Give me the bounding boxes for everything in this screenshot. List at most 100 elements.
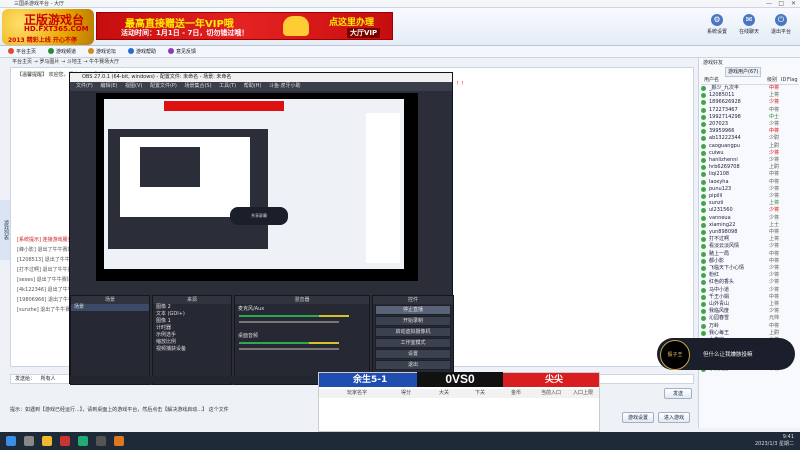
- user-avatar-icon: [701, 251, 706, 257]
- user-row[interactable]: 都小影 中将: [701, 258, 799, 265]
- minimize-icon[interactable]: —: [766, 0, 772, 8]
- obs-menu-profile[interactable]: 配置文件(P): [150, 83, 177, 89]
- obs-menu-file[interactable]: 文件(F): [76, 83, 93, 89]
- tab-feedback[interactable]: 意见反馈: [166, 47, 198, 57]
- obs-taskbar-icon[interactable]: [96, 436, 106, 446]
- windows-start-icon[interactable]: [6, 436, 16, 446]
- user-row[interactable]: 1992714298 中士: [701, 114, 799, 121]
- user-row[interactable]: 千王小娟 中将: [701, 294, 799, 301]
- search-icon[interactable]: [24, 436, 34, 446]
- stop-streaming-button[interactable]: 停止直播: [375, 305, 451, 315]
- mixer-meter-desktop[interactable]: [235, 340, 369, 354]
- user-row[interactable]: ul231560 少将: [701, 207, 799, 214]
- user-row[interactable]: pipilil 少将: [701, 193, 799, 200]
- source-item[interactable]: 图像 2: [153, 304, 231, 311]
- user-row[interactable]: 12085011 上将: [701, 92, 799, 99]
- preview-inner-obs: [140, 147, 200, 187]
- tab-help[interactable]: 游戏帮助: [126, 47, 158, 57]
- col-big: 大关: [439, 390, 450, 396]
- user-row[interactable]: hrb6269708 上尉: [701, 164, 799, 171]
- user-row[interactable]: cuiwu 少将: [701, 150, 799, 157]
- logo-url: HD.FXT365.COM: [24, 25, 89, 33]
- virtual-camera-button[interactable]: 启动虚拟摄像机: [375, 327, 451, 337]
- user-row[interactable]: xiaming22 上士: [701, 222, 799, 229]
- exit-platform-label: 退出平台: [770, 29, 791, 35]
- system-clock[interactable]: 9:41 2023/1/3 星期二: [755, 434, 794, 448]
- collapse-tab[interactable]: 游戏列表: [0, 200, 10, 260]
- user-row[interactable]: vanneua 少将: [701, 215, 799, 222]
- preview-obs: [108, 129, 268, 249]
- chat-target-select[interactable]: 所有人: [41, 376, 56, 382]
- col-id: ID: [781, 77, 787, 83]
- game-taskbar-icon[interactable]: [114, 436, 124, 446]
- system-settings-button[interactable]: ⚙ 系统设置: [702, 14, 732, 42]
- source-item[interactable]: 文本 (GDI+): [153, 311, 231, 318]
- user-row[interactable]: sunzii 上将: [701, 200, 799, 207]
- user-row[interactable]: ab13222344 少尉: [701, 135, 799, 142]
- obs-menu-scene-collection[interactable]: 场景集合(S): [184, 83, 211, 89]
- file-explorer-icon[interactable]: [42, 436, 52, 446]
- game-settings-button[interactable]: 游戏设置: [622, 412, 654, 423]
- exit-button[interactable]: 退出: [375, 360, 451, 370]
- user-row[interactable]: 39959966 中将: [701, 128, 799, 135]
- send-button[interactable]: 发送: [664, 388, 692, 399]
- user-row[interactable]: liqi2108 中将: [701, 171, 799, 178]
- user-row[interactable]: 万岭 中将: [701, 323, 799, 330]
- source-item[interactable]: 缩放比例: [153, 339, 231, 346]
- tab-game-channel[interactable]: 游戏频道: [46, 47, 78, 57]
- source-item[interactable]: 示例选手: [153, 332, 231, 339]
- scene-item[interactable]: 场景: [71, 304, 149, 311]
- start-recording-button[interactable]: 开始录制: [375, 316, 451, 326]
- user-level: 中将: [769, 322, 780, 329]
- user-row[interactable]: 207023 少将: [701, 121, 799, 128]
- user-level: 少将: [769, 99, 780, 106]
- close-icon[interactable]: ✕: [791, 0, 796, 8]
- source-item[interactable]: 视频捕获设备: [153, 346, 231, 353]
- user-row[interactable]: caoguangpu 上尉: [701, 143, 799, 150]
- user-row[interactable]: laoxyha 中将: [701, 179, 799, 186]
- user-avatar-icon: [701, 309, 706, 315]
- score-vs: 0VS0: [417, 372, 503, 387]
- browser-icon[interactable]: [78, 436, 88, 446]
- studio-mode-button[interactable]: 工作室模式: [375, 338, 451, 348]
- user-row[interactable]: 马中小道 少将: [701, 287, 799, 294]
- user-row[interactable]: 172273467 中将: [701, 107, 799, 114]
- user-avatar-icon: [701, 280, 706, 286]
- user-row[interactable]: 红色的香头 少将: [701, 279, 799, 286]
- obs-menu-plugin[interactable]: 斗鱼·虎牙小助: [269, 83, 301, 89]
- app-icon[interactable]: [60, 436, 70, 446]
- user-row[interactable]: hanlizhenni 少将: [701, 157, 799, 164]
- user-row[interactable]: 1896626928 少将: [701, 99, 799, 106]
- obs-menu-help[interactable]: 帮助(H): [244, 83, 262, 89]
- user-row[interactable]: punu123 少将: [701, 186, 799, 193]
- user-row[interactable]: 看淡云淡风情 少将: [701, 243, 799, 250]
- source-item[interactable]: 图像 1: [153, 318, 231, 325]
- user-avatar-icon: [701, 136, 706, 142]
- user-row[interactable]: 赌上一局 中将: [701, 251, 799, 258]
- obs-window[interactable]: OBS 27.0.1 (64-bit, windows) - 配置文件: 未命名…: [69, 72, 454, 385]
- notification-tip[interactable]: 骰子王 但什么让我嫌骸投嘛: [657, 338, 795, 370]
- obs-menu-tools[interactable]: 工具(T): [219, 83, 236, 89]
- user-row[interactable]: _颜少_九次丰 中将: [701, 85, 799, 92]
- app-logo: 正版游戏台 HD.FXT365.COM 2013 精彩上线 开心不停: [2, 9, 94, 45]
- source-item[interactable]: 计时器: [153, 325, 231, 332]
- user-name: 12085011: [709, 92, 735, 99]
- tab-home[interactable]: 平台主页: [6, 47, 38, 57]
- obs-menu-edit[interactable]: 编辑(E): [100, 83, 117, 89]
- user-name: 207023: [709, 121, 729, 127]
- obs-menu-view[interactable]: 视图(V): [125, 83, 142, 89]
- col-level: 级别: [767, 77, 778, 83]
- settings-button[interactable]: 设置: [375, 349, 451, 359]
- user-row[interactable]: 我心每王 上尉: [701, 330, 799, 337]
- online-chat-button[interactable]: ✉ 在线聊天: [734, 14, 764, 42]
- exit-platform-button[interactable]: ⏻ 退出平台: [766, 14, 796, 42]
- vip-banner[interactable]: 最高直接赠送一年VIP哦 活动时间：1月1日 - 7日，切勿错过哦！ 点这里办理…: [96, 12, 393, 40]
- obs-preview[interactable]: 共享屏幕: [96, 93, 418, 281]
- enter-game-button[interactable]: 进入游戏: [658, 412, 690, 423]
- user-row[interactable]: 沁园春雪 元帅: [701, 315, 799, 322]
- maximize-icon[interactable]: □: [778, 0, 784, 8]
- col-player: 玩家名字: [347, 390, 368, 396]
- user-level: 中将: [769, 171, 780, 178]
- tab-forum[interactable]: 游戏论坛: [86, 47, 118, 57]
- mixer-meter-mic[interactable]: [235, 313, 369, 327]
